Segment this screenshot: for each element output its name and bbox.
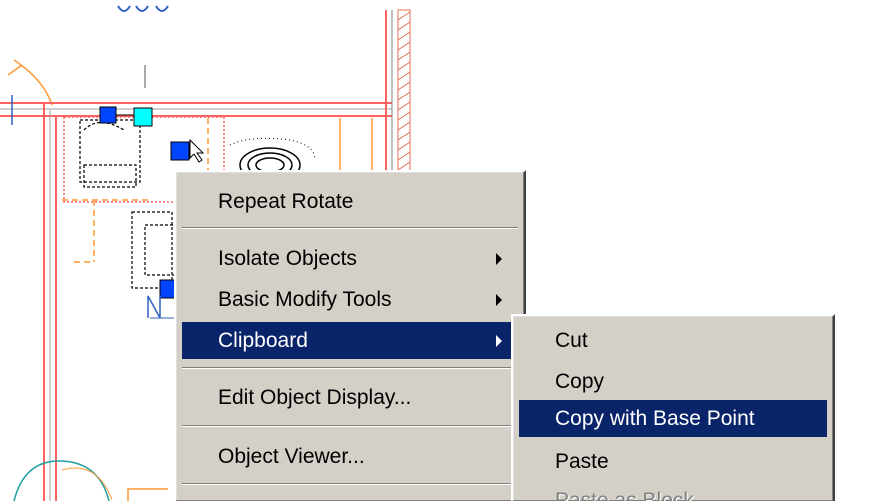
submenu-item-paste-as-block: Paste as Block [519, 482, 827, 501]
menu-item-label: Edit Object Display... [218, 386, 412, 409]
menu-separator [182, 425, 518, 427]
menu-item-clipboard[interactable]: Clipboard [182, 322, 518, 359]
menu-item-object-viewer[interactable]: Object Viewer... [182, 438, 518, 475]
submenu-item-cut[interactable]: Cut [519, 322, 827, 359]
submenu-arrow-icon [496, 253, 502, 265]
grip-blue-2[interactable] [170, 141, 190, 161]
menu-item-label: Copy [555, 370, 605, 393]
context-menu: Repeat Rotate Isolate Objects Basic Modi… [174, 170, 526, 501]
submenu-item-copy[interactable]: Copy [519, 363, 827, 400]
menu-separator [182, 367, 518, 369]
grip-cyan[interactable] [133, 107, 153, 127]
menu-item-label: Object Viewer... [218, 445, 365, 468]
menu-item-label: Paste [555, 450, 609, 473]
submenu-arrow-icon [496, 335, 502, 347]
teal-arc [13, 460, 110, 501]
menu-item-label: Copy with Base Point [555, 407, 755, 430]
menu-separator [182, 227, 518, 229]
horizontal-wall [0, 102, 392, 117]
submenu-arrow-icon [496, 294, 502, 306]
clipboard-submenu: Cut Copy Copy with Base Point Paste Past… [511, 314, 835, 501]
menu-separator [182, 483, 518, 485]
menu-item-label: Clipboard [218, 329, 308, 352]
door-leaf [7, 64, 23, 76]
submenu-item-paste[interactable]: Paste [519, 443, 827, 480]
grip-blue-1[interactable] [99, 106, 117, 124]
menu-item-edit-object-display[interactable]: Edit Object Display... [182, 379, 518, 416]
menu-item-label: Cut [555, 329, 588, 352]
menu-item-label: Repeat Rotate [218, 190, 354, 213]
vertical-wall-right [385, 9, 411, 180]
cursor-icon [189, 138, 205, 163]
menu-item-label: Isolate Objects [218, 247, 357, 270]
menu-item-label: Paste as Block [555, 489, 694, 501]
menu-item-isolate-objects[interactable]: Isolate Objects [182, 240, 518, 277]
vertical-wall-left [11, 95, 57, 501]
drawing-annotation-partial [117, 5, 169, 12]
submenu-item-copy-with-base-point[interactable]: Copy with Base Point [519, 400, 827, 437]
drawing-label-partial [147, 295, 161, 319]
menu-item-basic-modify-tools[interactable]: Basic Modify Tools [182, 281, 518, 318]
menu-item-repeat-rotate[interactable]: Repeat Rotate [182, 183, 518, 220]
menu-item-label: Basic Modify Tools [218, 288, 392, 311]
orange-arc-bottom [61, 467, 113, 501]
